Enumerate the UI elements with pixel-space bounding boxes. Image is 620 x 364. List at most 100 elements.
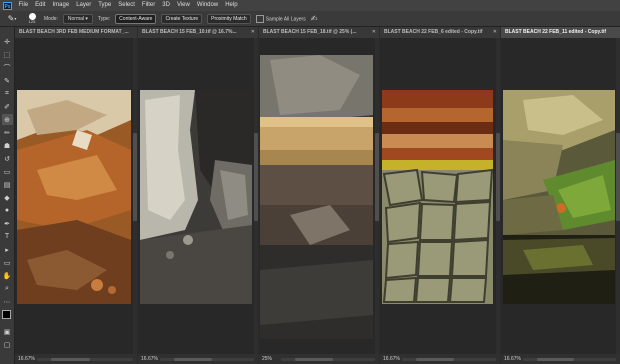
document-tab-5[interactable]: BLAST BEACH 22 FEB_11 edited - Copy.tif: [501, 27, 620, 38]
status-bar-1: 16.67%: [15, 354, 137, 364]
canvas-area-5[interactable]: [501, 38, 620, 354]
quick-mask-icon[interactable]: ▣: [2, 326, 13, 337]
menu-select[interactable]: Select: [115, 0, 139, 11]
close-tab-icon[interactable]: ✕: [251, 27, 255, 38]
document-tab-5-title: BLAST BEACH 22 FEB_11 edited - Copy.tif: [505, 29, 607, 35]
zoom-level-1[interactable]: 16.67%: [18, 356, 35, 362]
gradient-icon[interactable]: ▤: [2, 179, 13, 190]
mode-label: Mode:: [44, 15, 58, 22]
zoom-level-2[interactable]: 16.67%: [141, 356, 158, 362]
photo-cracked-mud[interactable]: [382, 90, 493, 304]
content-aware-button[interactable]: Content-Aware: [115, 13, 157, 24]
vertical-scrollbar-1[interactable]: [133, 38, 137, 354]
vertical-scrollbar-4[interactable]: [496, 38, 500, 354]
path-select-icon[interactable]: ▸: [2, 244, 13, 255]
menu-type[interactable]: Type: [95, 0, 115, 11]
move-icon[interactable]: ✛: [2, 36, 13, 47]
document-tab-4[interactable]: BLAST BEACH 22 FEB_6 edited - Copy.tif ✕: [380, 27, 500, 38]
pressure-brush-icon[interactable]: ✍: [311, 14, 318, 23]
photoshop-logo[interactable]: Ps: [3, 1, 12, 10]
hand-icon[interactable]: ✋: [2, 270, 13, 281]
sample-all-layers-checkbox[interactable]: Sample All Layers: [255, 14, 306, 23]
color-swatches[interactable]: [1, 310, 14, 322]
menu-help[interactable]: Help: [222, 0, 241, 11]
create-texture-button[interactable]: Create Texture: [161, 13, 203, 24]
zoom-level-5[interactable]: 16.67%: [504, 356, 521, 362]
menu-window[interactable]: Window: [193, 0, 221, 11]
brush-size-value: 125: [28, 19, 36, 24]
document-tab-2[interactable]: BLAST BEACH 15 FEB_10.tif @ 16.7%... ✕: [138, 27, 258, 38]
crop-icon[interactable]: ⌗: [2, 88, 13, 99]
clone-stamp-icon[interactable]: ☗: [2, 140, 13, 151]
horizontal-scrollbar-5[interactable]: [523, 358, 616, 361]
menu-filter[interactable]: Filter: [138, 0, 158, 11]
document-window-3: BLAST BEACH 15 FEB_18.tif @ 25% (... ✕ 25…: [259, 27, 379, 364]
document-tab-2-title: BLAST BEACH 15 FEB_10.tif @ 16.7%...: [142, 29, 237, 35]
blur-icon[interactable]: ◆: [2, 192, 13, 203]
menu-3d[interactable]: 3D: [159, 0, 174, 11]
eyedropper-icon[interactable]: ✐: [2, 101, 13, 112]
close-tab-icon[interactable]: ✕: [372, 27, 376, 38]
type-label: Type:: [97, 15, 111, 22]
document-tab-1[interactable]: BLAST BEACH 3RD FEB MEDIUM FORMAT_...: [15, 27, 137, 38]
vertical-scrollbar-5[interactable]: [616, 38, 620, 354]
status-bar-4: 16.67%: [380, 354, 500, 364]
menu-image[interactable]: Image: [49, 0, 73, 11]
document-tab-3[interactable]: BLAST BEACH 15 FEB_18.tif @ 25% (... ✕: [259, 27, 379, 38]
vertical-scrollbar-3[interactable]: [375, 38, 379, 354]
status-bar-2: 16.67%: [138, 354, 258, 364]
canvas-area-1[interactable]: [15, 38, 137, 354]
tools-panel: ✛ ⬚ ⌒ ✎ ⌗ ✐ ⊕ ✏ ☗ ↺ ▭ ▤ ◆ ● ✒ T ▸ ▭ ✋ ⌕ …: [0, 27, 15, 364]
zoom-icon[interactable]: ⌕: [2, 283, 13, 294]
document-tab-3-title: BLAST BEACH 15 FEB_18.tif @ 25% (...: [263, 29, 357, 35]
canvas-area-3[interactable]: [259, 38, 379, 354]
healing-brush-icon[interactable]: ⊕: [1, 114, 13, 125]
brush-size-picker[interactable]: 125: [25, 13, 39, 24]
canvas-area-4[interactable]: [380, 38, 500, 354]
horizontal-scrollbar-1[interactable]: [37, 358, 133, 361]
lasso-icon[interactable]: ⌒: [2, 62, 13, 73]
photo-orange-rock-cliff[interactable]: [17, 90, 131, 304]
foreground-color-swatch[interactable]: [1, 310, 11, 319]
rectangle-icon[interactable]: ▭: [2, 257, 13, 268]
dodge-icon[interactable]: ●: [2, 205, 13, 216]
marquee-icon[interactable]: ⬚: [2, 49, 13, 60]
eraser-icon[interactable]: ▭: [2, 166, 13, 177]
horizontal-scrollbar-2[interactable]: [160, 358, 254, 361]
canvas-area-2[interactable]: [138, 38, 258, 354]
photo-mossy-rocks-reflection[interactable]: [503, 90, 615, 304]
history-brush-icon[interactable]: ↺: [2, 153, 13, 164]
photo-grey-rock-arch[interactable]: [140, 90, 252, 304]
menu-bar: Ps File Edit Image Layer Type Select Fil…: [0, 0, 620, 11]
document-tab-1-title: BLAST BEACH 3RD FEB MEDIUM FORMAT_...: [19, 29, 129, 35]
horizontal-scrollbar-4[interactable]: [402, 358, 496, 361]
mode-select[interactable]: Normal ▾: [62, 13, 93, 24]
tool-preset-picker[interactable]: ✎ ▾: [4, 13, 20, 25]
options-bar: ✎ ▾ 125 Mode: Normal ▾ Type: Content-Awar…: [0, 11, 620, 27]
menu-file[interactable]: File: [15, 0, 32, 11]
document-window-4: BLAST BEACH 22 FEB_6 edited - Copy.tif ✕: [380, 27, 500, 364]
status-bar-5: 16.67%: [501, 354, 620, 364]
menu-layer[interactable]: Layer: [73, 0, 95, 11]
more-tools-icon[interactable]: ⋯: [2, 296, 13, 307]
document-window-5: BLAST BEACH 22 FEB_11 edited - Copy.tif …: [501, 27, 620, 364]
status-bar-3: 25%: [259, 354, 379, 364]
sample-all-layers-label: Sample All Layers: [265, 15, 306, 22]
horizontal-scrollbar-3[interactable]: [281, 358, 375, 361]
zoom-level-3[interactable]: 25%: [262, 356, 272, 362]
type-icon[interactable]: T: [2, 231, 13, 242]
menu-view[interactable]: View: [173, 0, 193, 11]
proximity-match-button[interactable]: Proximity Match: [207, 13, 251, 24]
photo-reeds-and-shore[interactable]: [260, 55, 373, 339]
document-window-2: BLAST BEACH 15 FEB_10.tif @ 16.7%... ✕ 16…: [138, 27, 258, 364]
quick-select-icon[interactable]: ✎: [2, 75, 13, 86]
chevron-down-icon: ▾: [85, 15, 88, 22]
pen-icon[interactable]: ✒: [2, 218, 13, 229]
mode-value: Normal: [67, 15, 85, 22]
close-tab-icon[interactable]: ✕: [493, 27, 497, 38]
screen-mode-icon[interactable]: ▢: [2, 339, 13, 350]
vertical-scrollbar-2[interactable]: [254, 38, 258, 354]
menu-edit[interactable]: Edit: [32, 0, 49, 11]
zoom-level-4[interactable]: 16.67%: [383, 356, 400, 362]
brush-icon[interactable]: ✏: [2, 127, 13, 138]
